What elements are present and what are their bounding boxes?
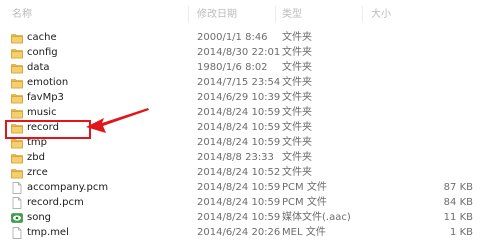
file-row[interactable]: music 2014/8/24 10:59 文件夹 (0, 105, 496, 121)
file-type: 媒体文件(.aac) (282, 212, 351, 223)
file-modified-date: 2014/8/8 23:33 (197, 152, 274, 163)
file-row[interactable]: data 1980/1/6 8:02 文件夹 (0, 60, 496, 76)
file-name: favMp3 (27, 92, 64, 103)
file-row[interactable]: tmp.mel 2014/6/24 20:26 MEL 文件 1 KB (0, 225, 496, 241)
column-header-bar: 名称 修改日期 类型 大小 (0, 0, 496, 26)
file-modified-date: 2014/7/15 23:54 (197, 77, 281, 88)
file-modified-date: 2014/8/24 10:59 (197, 122, 281, 133)
column-divider[interactable] (188, 6, 189, 22)
file-size: 84 KB (443, 197, 473, 208)
file-type: 文件夹 (282, 107, 312, 118)
file-row[interactable]: song 2014/8/24 10:59 媒体文件(.aac) 11 KB (0, 210, 496, 226)
file-size: 11 KB (443, 212, 473, 223)
file-icon (11, 182, 23, 194)
file-modified-date: 2014/6/24 20:26 (197, 227, 281, 238)
file-type: 文件夹 (282, 77, 312, 88)
folder-icon (11, 152, 23, 164)
file-row[interactable]: record 2014/8/24 10:59 文件夹 (0, 120, 496, 136)
column-divider[interactable] (275, 6, 276, 22)
column-header-type[interactable]: 类型 (282, 9, 302, 21)
file-name: cache (27, 32, 57, 43)
file-icon (11, 227, 23, 239)
file-type: PCM 文件 (282, 197, 327, 208)
file-row[interactable]: zrce 2014/8/24 10:52 文件夹 (0, 165, 496, 181)
file-name: config (27, 47, 58, 58)
file-row[interactable]: favMp3 2014/6/29 10:39 文件夹 (0, 90, 496, 106)
file-name: data (27, 62, 50, 73)
file-type: MEL 文件 (282, 227, 326, 238)
file-row[interactable]: config 2014/8/30 22:01 文件夹 (0, 45, 496, 61)
file-type: 文件夹 (282, 167, 312, 178)
file-name: record.pcm (27, 197, 84, 208)
file-icon (11, 197, 23, 209)
file-explorer-window: 名称 修改日期 类型 大小 cache 2000/1/1 8:46 文件夹 confi… (0, 0, 496, 245)
file-size: 1 KB (450, 227, 473, 238)
file-size: 87 KB (443, 182, 473, 193)
folder-icon (11, 92, 23, 104)
file-modified-date: 2014/8/24 10:59 (197, 182, 281, 193)
folder-icon (11, 122, 23, 134)
file-name: record (27, 122, 59, 133)
file-modified-date: 2014/8/24 10:59 (197, 137, 281, 148)
folder-icon (11, 137, 23, 149)
file-type: 文件夹 (282, 62, 312, 73)
file-name: emotion (27, 77, 69, 88)
folder-icon (11, 167, 23, 179)
file-name: zrce (27, 167, 48, 178)
file-type: PCM 文件 (282, 182, 327, 193)
folder-icon (11, 107, 23, 119)
column-divider[interactable] (362, 6, 363, 22)
file-name: zbd (27, 152, 45, 163)
file-name: song (27, 212, 52, 223)
column-header-size[interactable]: 大小 (371, 9, 391, 21)
folder-icon (11, 32, 23, 44)
folder-icon (11, 62, 23, 74)
file-name: accompany.pcm (27, 182, 109, 193)
file-type: 文件夹 (282, 137, 312, 148)
folder-icon (11, 77, 23, 89)
file-name: music (27, 107, 57, 118)
media-file-icon (11, 212, 23, 224)
file-modified-date: 2000/1/1 8:46 (197, 32, 268, 43)
column-header-name[interactable]: 名称 (12, 9, 32, 21)
file-modified-date: 2014/8/24 10:59 (197, 197, 281, 208)
file-type: 文件夹 (282, 92, 312, 103)
file-type: 文件夹 (282, 32, 312, 43)
file-modified-date: 2014/8/24 10:59 (197, 212, 281, 223)
file-row[interactable]: emotion 2014/7/15 23:54 文件夹 (0, 75, 496, 91)
file-row[interactable]: zbd 2014/8/8 23:33 文件夹 (0, 150, 496, 166)
file-modified-date: 2014/8/24 10:59 (197, 107, 281, 118)
file-modified-date: 1980/1/6 8:02 (197, 62, 268, 73)
file-type: 文件夹 (282, 47, 312, 58)
file-type: 文件夹 (282, 122, 312, 133)
file-row[interactable]: accompany.pcm 2014/8/24 10:59 PCM 文件 87 KB (0, 180, 496, 196)
column-header-date[interactable]: 修改日期 (197, 9, 237, 21)
file-row[interactable]: cache 2000/1/1 8:46 文件夹 (0, 30, 496, 46)
file-modified-date: 2014/6/29 10:39 (197, 92, 281, 103)
file-type: 文件夹 (282, 152, 312, 163)
file-modified-date: 2014/8/24 10:52 (197, 167, 281, 178)
file-row[interactable]: record.pcm 2014/8/24 10:59 PCM 文件 84 KB (0, 195, 496, 211)
file-modified-date: 2014/8/30 22:01 (197, 47, 281, 58)
file-row[interactable]: tmp 2014/8/24 10:59 文件夹 (0, 135, 496, 151)
file-name: tmp (27, 137, 48, 148)
file-name: tmp.mel (27, 227, 69, 238)
folder-icon (11, 47, 23, 59)
